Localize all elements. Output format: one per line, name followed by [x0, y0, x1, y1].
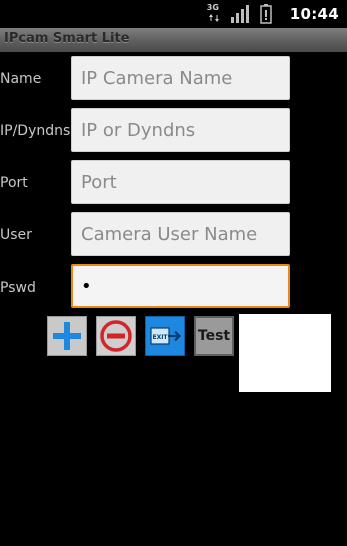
port-input[interactable]: [71, 160, 290, 204]
minus-circle-icon: [100, 320, 132, 352]
exit-icon: EXIT: [150, 327, 182, 345]
test-button-label: Test: [197, 328, 231, 344]
data-arrows-icon: [208, 14, 219, 22]
port-label: Port: [0, 175, 28, 191]
signal-icon: [230, 5, 249, 23]
exit-button[interactable]: EXIT: [145, 316, 185, 356]
ip-label: IP/Dyndns: [0, 123, 71, 139]
name-label: Name: [0, 71, 42, 87]
app-title-bar: IPcam Smart Lite: [0, 28, 347, 52]
network-type-label: 3G: [206, 3, 219, 12]
remove-camera-button[interactable]: [96, 316, 136, 356]
password-input[interactable]: [71, 264, 290, 308]
clock: 10:44: [289, 5, 339, 23]
battery-icon: [260, 4, 272, 24]
add-camera-button[interactable]: [47, 316, 87, 356]
plus-icon: [53, 322, 81, 350]
test-connection-button[interactable]: Test: [194, 316, 234, 356]
user-label: User: [0, 227, 32, 243]
exit-icon-text: EXIT: [152, 334, 168, 341]
status-bar: 3G 10:44: [0, 0, 347, 28]
network-3g-icon: 3G: [206, 3, 221, 24]
ip-dyndns-input[interactable]: [71, 108, 290, 152]
app-title: IPcam Smart Lite: [4, 31, 130, 46]
user-name-input[interactable]: [71, 212, 290, 256]
camera-preview: [239, 314, 331, 392]
password-label: Pswd: [0, 280, 36, 296]
camera-name-input[interactable]: [71, 56, 290, 100]
